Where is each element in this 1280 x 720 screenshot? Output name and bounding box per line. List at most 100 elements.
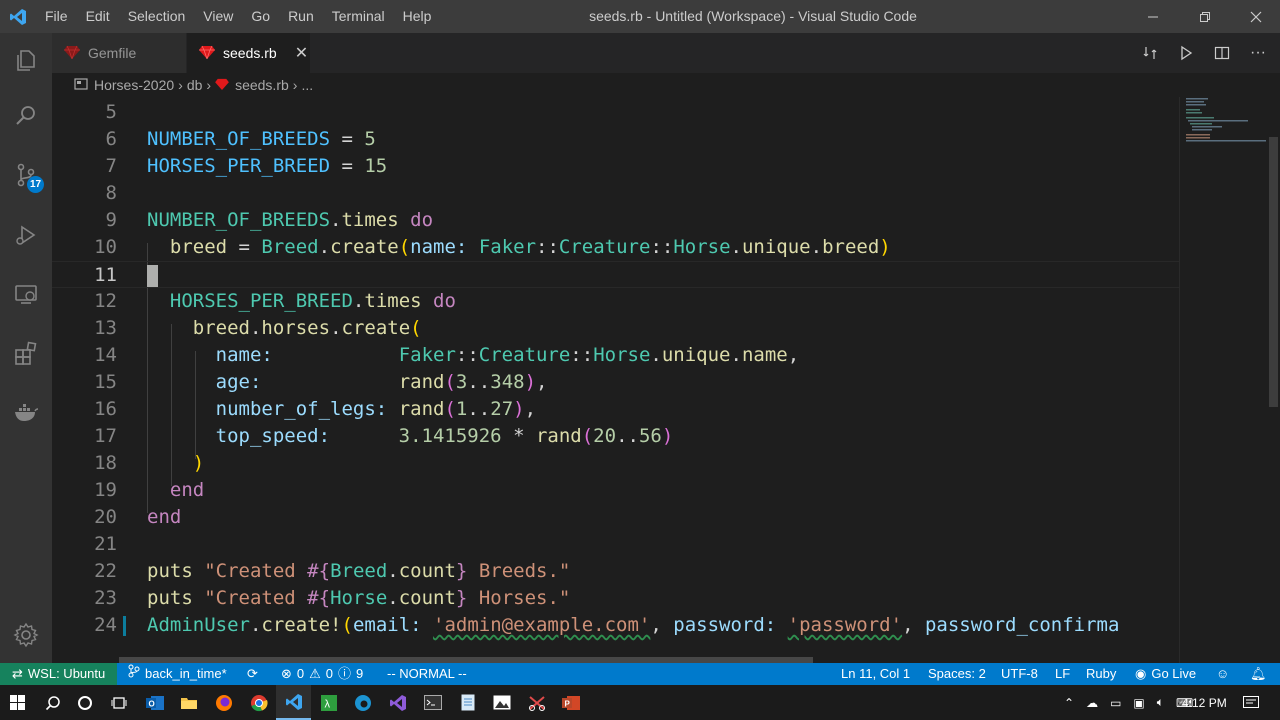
- windows-start-icon[interactable]: [0, 685, 35, 720]
- action-center-icon[interactable]: [1243, 685, 1259, 720]
- settings-gear-icon[interactable]: [0, 611, 52, 659]
- outlook-icon[interactable]: O: [137, 685, 172, 720]
- volume-icon[interactable]: 🔈︎: [1157, 695, 1164, 710]
- menu-terminal[interactable]: Terminal: [323, 0, 394, 33]
- explorer-icon[interactable]: [0, 36, 52, 84]
- menu-edit[interactable]: Edit: [77, 0, 119, 33]
- file-explorer-icon[interactable]: [171, 685, 206, 720]
- onedrive-icon[interactable]: ☁: [1086, 696, 1098, 710]
- language-mode[interactable]: Ruby: [1086, 663, 1116, 685]
- menu-file[interactable]: File: [36, 0, 77, 33]
- line-number: 8: [105, 182, 117, 204]
- minimap-preview: [1186, 98, 1266, 142]
- chrome-icon[interactable]: [241, 685, 276, 720]
- minimize-button[interactable]: [1128, 0, 1178, 33]
- app-icon-green[interactable]: λ: [311, 685, 346, 720]
- minimap[interactable]: [1180, 97, 1266, 663]
- docker-icon[interactable]: [0, 388, 52, 436]
- open-changes-icon[interactable]: [1132, 45, 1168, 61]
- search-icon[interactable]: [0, 92, 52, 140]
- tab-seeds-rb[interactable]: seeds.rb ✕: [187, 33, 311, 73]
- terminal-icon[interactable]: [415, 685, 450, 720]
- search-icon[interactable]: [35, 685, 70, 720]
- code-line: 5: [52, 99, 1180, 126]
- code-line: 6 NUMBER_OF_BREEDS = 5: [52, 126, 1180, 153]
- edge-icon[interactable]: [345, 685, 380, 720]
- error-count: 0: [296, 666, 305, 681]
- line-number: 15: [94, 371, 117, 393]
- menu-help[interactable]: Help: [394, 0, 441, 33]
- notifications-bell-icon[interactable]: 🔔︎: [1250, 663, 1267, 685]
- cursor-position[interactable]: Ln 11, Col 1: [841, 663, 910, 685]
- svg-text:P: P: [564, 699, 570, 708]
- warning-icon: ⚠: [309, 666, 321, 681]
- restore-button[interactable]: [1180, 0, 1230, 33]
- remote-explorer-icon[interactable]: [0, 270, 52, 318]
- source-control-icon[interactable]: 17: [0, 151, 52, 199]
- menu-go[interactable]: Go: [242, 0, 279, 33]
- breadcrumb-db[interactable]: db: [187, 77, 203, 93]
- go-live-button[interactable]: ◉ Go Live: [1135, 663, 1196, 685]
- source-control-badge: 17: [27, 176, 45, 193]
- snipping-tool-icon[interactable]: [519, 685, 554, 720]
- firefox-icon[interactable]: [206, 685, 241, 720]
- ruby-gem-icon: [199, 45, 215, 62]
- tab-close-icon[interactable]: ✕: [295, 43, 308, 63]
- menu-run[interactable]: Run: [279, 0, 323, 33]
- network-icon[interactable]: ▣: [1133, 696, 1144, 710]
- line-number: 6: [105, 128, 117, 150]
- remote-label: WSL: Ubuntu: [27, 666, 106, 681]
- run-debug-icon[interactable]: [0, 211, 52, 259]
- tab-label: seeds.rb: [223, 45, 277, 61]
- line-number: 17: [94, 425, 117, 447]
- tab-gemfile[interactable]: Gemfile: [52, 33, 187, 73]
- line-number: 5: [105, 101, 117, 123]
- indentation[interactable]: Spaces: 2: [928, 663, 986, 685]
- line-number: 20: [94, 506, 117, 528]
- broadcast-icon: ◉: [1135, 666, 1147, 681]
- branch-indicator[interactable]: back_in_time*: [128, 663, 227, 685]
- end-of-line[interactable]: LF: [1055, 663, 1070, 685]
- vscode-taskbar-icon[interactable]: [276, 685, 311, 720]
- sync-icon[interactable]: ⟳: [247, 663, 258, 685]
- code-editor[interactable]: 5 6 NUMBER_OF_BREEDS = 5 7 HORSES_PER_BREE…: [52, 97, 1280, 663]
- problems-indicator[interactable]: ⊗ 0 ⚠ 0 ⓘ 9: [281, 663, 363, 685]
- code-line: 24 AdminUser.create!(email: 'admin@exampl…: [52, 612, 1180, 639]
- code-text: puts "Created #{Breed.count} Breeds.": [147, 560, 571, 582]
- chevron-up-icon[interactable]: ⌃: [1064, 696, 1074, 710]
- cortana-icon[interactable]: [67, 685, 102, 720]
- battery-icon[interactable]: ▭: [1110, 696, 1121, 710]
- menu-selection[interactable]: Selection: [119, 0, 195, 33]
- notepad-icon[interactable]: [450, 685, 485, 720]
- powerpoint-icon[interactable]: P: [553, 685, 588, 720]
- line-number: 24: [94, 614, 117, 636]
- error-icon: ⊗: [281, 666, 292, 681]
- photos-icon[interactable]: [484, 685, 519, 720]
- run-icon[interactable]: [1168, 45, 1204, 61]
- scrollbar-thumb[interactable]: [1269, 137, 1278, 407]
- info-count: 9: [356, 666, 364, 681]
- task-view-icon[interactable]: [101, 685, 136, 720]
- close-window-button[interactable]: [1231, 0, 1280, 33]
- breadcrumb-folder[interactable]: Horses-2020: [94, 77, 174, 93]
- vertical-scrollbar[interactable]: [1267, 97, 1280, 663]
- extensions-icon[interactable]: [0, 330, 52, 378]
- remote-indicator[interactable]: ⇄ WSL: Ubuntu: [0, 663, 117, 685]
- visual-studio-icon[interactable]: [380, 685, 415, 720]
- breadcrumb-more[interactable]: ...: [301, 77, 313, 93]
- breadcrumb-file[interactable]: seeds.rb: [235, 77, 289, 93]
- code-text: ): [192, 452, 205, 474]
- code-line: 23 puts "Created #{Horse.count} Horses.": [52, 585, 1180, 612]
- window-title: seeds.rb - Untitled (Workspace) - Visual…: [589, 8, 917, 24]
- code-text: age: rand(3..348),: [215, 371, 548, 393]
- code-text: name: Faker::Creature::Horse.unique.name…: [215, 344, 800, 366]
- encoding[interactable]: UTF-8: [1001, 663, 1038, 685]
- clock[interactable]: 4:12 PM: [1182, 685, 1227, 720]
- code-text: HORSES_PER_BREED.times do: [169, 290, 456, 312]
- line-number: 7: [105, 155, 117, 177]
- menu-view[interactable]: View: [194, 0, 242, 33]
- more-actions-icon[interactable]: ···: [1240, 44, 1276, 62]
- status-bar: ⇄ WSL: Ubuntu back_in_time* ⟳ ⊗ 0 ⚠ 0 ⓘ 9 -…: [0, 663, 1280, 685]
- feedback-icon[interactable]: ☺: [1216, 663, 1229, 685]
- split-editor-icon[interactable]: [1204, 45, 1240, 61]
